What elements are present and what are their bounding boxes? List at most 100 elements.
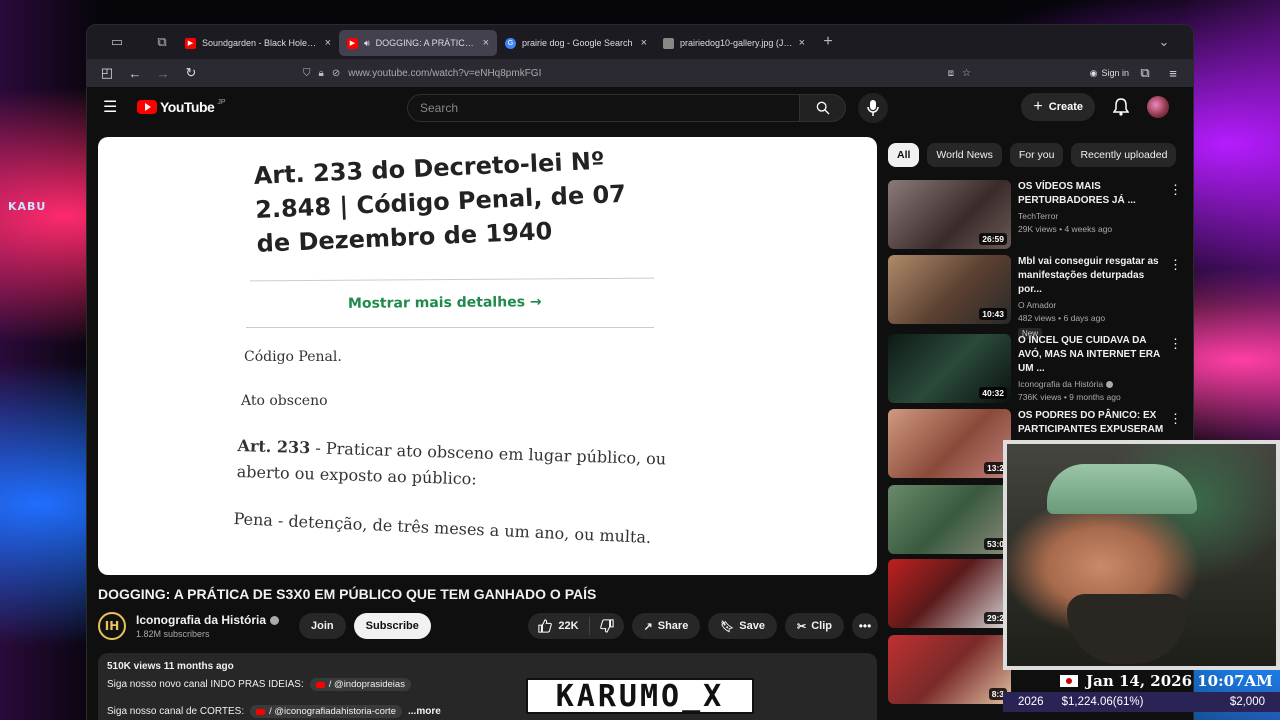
tab-dogging[interactable]: ▶ 🔊︎ DOGGING: A PRÁTICA DE S × <box>339 30 497 56</box>
voice-search-button[interactable] <box>858 93 888 123</box>
video-thumbnail[interactable]: 29:2 <box>888 559 1011 628</box>
sign-in-button[interactable]: ◉ Sign in <box>1090 68 1129 79</box>
description-box[interactable]: 510K views 11 months ago Siga nosso novo… <box>98 653 877 720</box>
dislike-button[interactable] <box>590 619 624 633</box>
channel-avatar[interactable]: IH <box>98 612 126 640</box>
tab-bar: ▭ ⧉ ▶ Soundgarden - Black Hole Sun × ▶ 🔊… <box>87 25 1193 59</box>
new-tab-icon[interactable]: + <box>813 25 843 59</box>
thumbs-down-icon <box>599 619 614 633</box>
channel-link-text: / @iconografiadahistoria-corte <box>269 706 396 717</box>
ticker-goal: $2,000 <box>1229 696 1265 708</box>
channel-link-text: / @indoprasideias <box>328 679 405 690</box>
tab-title: prairie dog - Google Search <box>522 38 633 48</box>
chip-all[interactable]: All <box>888 143 920 167</box>
extensions-icon[interactable]: ⧉ <box>1133 62 1157 84</box>
bookmark-star-icon[interactable]: ☆ <box>962 68 971 79</box>
permissions-icon[interactable]: ⊘ <box>332 68 340 79</box>
save-button[interactable]: 🔖︎ Save <box>708 613 777 639</box>
recommendation-channel[interactable]: TechTerror <box>1018 211 1168 221</box>
recommendation-item[interactable]: 10:43 Mbl vai conseguir resgatar as mani… <box>888 255 1188 339</box>
bookmark-icon: 🔖︎ <box>720 620 735 633</box>
share-button[interactable]: ↗ Share <box>631 613 701 639</box>
channel-link[interactable]: / @indoprasideias <box>309 678 411 691</box>
ticker-value: $1,224.06(61%) <box>1061 696 1144 708</box>
subscribe-button[interactable]: Subscribe <box>353 613 431 639</box>
reload-icon[interactable]: ↻ <box>179 62 203 84</box>
video-thumbnail[interactable]: 8:3 <box>888 635 1011 704</box>
join-button[interactable]: Join <box>299 613 346 639</box>
url-text[interactable]: www.youtube.com/watch?v=eNHq8pmkFGI <box>348 68 541 79</box>
clip-button[interactable]: ✂ Clip <box>785 613 844 639</box>
back-icon[interactable]: ← <box>123 62 147 84</box>
close-tab-icon[interactable]: × <box>799 37 805 49</box>
video-thumbnail[interactable]: 13:2 <box>888 409 1011 478</box>
recommendation-item[interactable]: 26:59 OS VÍDEOS MAIS PERTURBADORES JÁ ..… <box>888 180 1188 250</box>
close-tab-icon[interactable]: × <box>483 37 489 49</box>
recommendation-title[interactable]: O INCEL QUE CUIDAVA DA AVÓ, MAS NA INTER… <box>1018 334 1168 376</box>
video-thumbnail[interactable]: 26:59 <box>888 180 1011 249</box>
search-button[interactable] <box>800 94 846 122</box>
chip-world-news[interactable]: World News <box>927 143 1002 167</box>
more-vertical-icon[interactable]: ⋮ <box>1169 411 1182 427</box>
image-favicon-icon <box>663 37 674 49</box>
region-code: JP <box>217 98 226 106</box>
video-duration: 40:32 <box>979 387 1007 399</box>
video-title: DOGGING: A PRÁTICA DE S3X0 EM PÚBLICO QU… <box>98 586 597 602</box>
recommendation-channel-row[interactable]: Iconografia da História <box>1018 379 1168 389</box>
video-thumbnail[interactable]: 53:0 <box>888 485 1011 554</box>
recommendation-item[interactable]: 40:32 O INCEL QUE CUIDAVA DA AVÓ, MAS NA… <box>888 334 1188 404</box>
youtube-favicon-icon: ▶ <box>347 37 358 49</box>
close-tab-icon[interactable]: × <box>325 37 331 49</box>
recommendation-channel[interactable]: Iconografia da História <box>1018 379 1103 389</box>
shield-icon[interactable]: ⛉ <box>303 68 311 79</box>
video-thumbnail[interactable]: 40:32 <box>888 334 1011 403</box>
picture-in-picture-icon[interactable]: ⧈ <box>948 68 954 79</box>
notifications-bell-icon[interactable] <box>1113 98 1129 116</box>
channel-link[interactable]: / @iconografiadahistoria-corte <box>250 705 402 718</box>
law-heading: Art. 233 do Decreto-lei Nº 2.848 | Códig… <box>253 146 627 258</box>
list-tabs-chevron-icon[interactable]: ⌄ <box>1149 25 1179 59</box>
address-bar[interactable]: ⛉ 🔒︎ ⊘ www.youtube.com/watch?v=eNHq8pmkF… <box>297 62 977 84</box>
description-text: Siga nosso novo canal INDO PRAS IDEIAS: <box>107 679 304 690</box>
like-button[interactable]: 22K <box>528 617 590 635</box>
recommendation-title[interactable]: Mbl vai conseguir resgatar as manifestaç… <box>1018 255 1168 297</box>
video-thumbnail[interactable]: 10:43 <box>888 255 1011 324</box>
more-horizontal-icon: ••• <box>858 619 872 633</box>
show-more-link[interactable]: ...more <box>408 706 441 717</box>
view-count-date: 510K views 11 months ago <box>107 661 234 672</box>
speaker-icon[interactable]: 🔊︎ <box>364 38 370 49</box>
sidebar-icon[interactable]: ◰ <box>95 62 119 84</box>
lock-icon[interactable]: 🔒︎ <box>319 68 324 79</box>
more-actions-button[interactable]: ••• <box>852 613 878 639</box>
tab-prairie-dog-search[interactable]: G prairie dog - Google Search × <box>497 30 655 56</box>
like-count: 22K <box>558 620 579 632</box>
tab-soundgarden[interactable]: ▶ Soundgarden - Black Hole Sun × <box>177 30 339 56</box>
channel-name-row[interactable]: Iconografia da História <box>136 613 280 627</box>
recommendation-title[interactable]: OS VÍDEOS MAIS PERTURBADORES JÁ ... <box>1018 180 1168 208</box>
search-input[interactable] <box>407 94 800 122</box>
create-button[interactable]: + Create <box>1021 93 1095 121</box>
more-vertical-icon[interactable]: ⋮ <box>1169 336 1182 352</box>
menu-icon[interactable]: ≡ <box>1161 62 1185 84</box>
chip-recently-uploaded[interactable]: Recently uploaded <box>1071 143 1177 167</box>
tab-prairie-dog-image[interactable]: prairiedog10-gallery.jpg (JPEG I × <box>655 30 813 56</box>
thumbs-up-icon <box>538 619 553 633</box>
channel-name[interactable]: Iconografia da História <box>136 613 266 627</box>
create-label: Create <box>1048 101 1083 113</box>
forward-icon[interactable]: → <box>151 62 175 84</box>
sidebar-toggle-icon[interactable]: ▭ <box>87 25 147 59</box>
law-line-code: Código Penal. <box>244 349 342 365</box>
hamburger-menu-icon[interactable]: ☰ <box>103 97 123 117</box>
verified-badge-icon <box>270 615 280 625</box>
recommendation-channel[interactable]: O Amador <box>1018 300 1168 310</box>
recommendation-info: Mbl vai conseguir resgatar as manifestaç… <box>1018 255 1168 339</box>
chip-for-you[interactable]: For you <box>1009 143 1064 167</box>
youtube-logo[interactable]: YouTube JP <box>137 99 225 115</box>
webcam-beard <box>1067 594 1187 664</box>
more-vertical-icon[interactable]: ⋮ <box>1169 257 1182 273</box>
user-avatar[interactable] <box>1147 96 1169 118</box>
more-vertical-icon[interactable]: ⋮ <box>1169 182 1182 198</box>
tab-tray-icon[interactable]: ⧉ <box>147 25 177 59</box>
video-player[interactable]: Art. 233 do Decreto-lei Nº 2.848 | Códig… <box>98 137 877 575</box>
close-tab-icon[interactable]: × <box>641 37 647 49</box>
